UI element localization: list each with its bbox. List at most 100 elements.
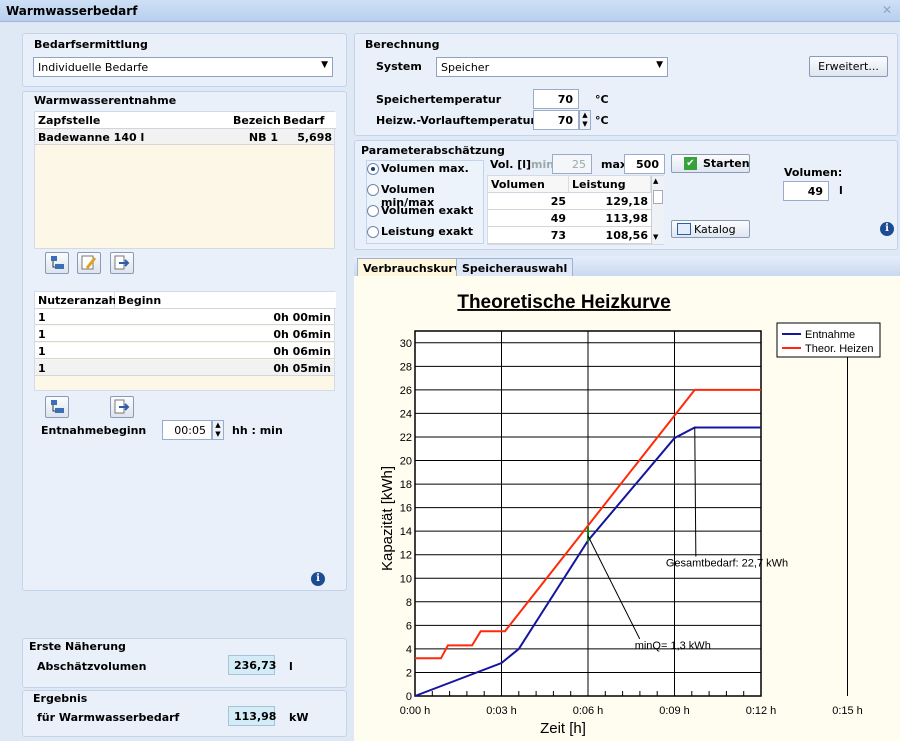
scroll-up-icon[interactable]: ▲ xyxy=(653,177,658,185)
speichertemperatur-input[interactable]: 70 xyxy=(533,89,579,109)
add-nutzer-button[interactable] xyxy=(45,396,69,418)
anzahl-cell: 1 xyxy=(38,362,46,375)
y-tick-label: 2 xyxy=(406,667,412,679)
tree-add-icon xyxy=(51,256,64,269)
berechnung-title: Berechnung xyxy=(365,38,440,51)
max-input[interactable]: 500 xyxy=(624,154,665,174)
col-leistung[interactable]: Leistung xyxy=(569,176,651,193)
abschaetzvolumen-label: Abschätzvolumen xyxy=(37,660,147,673)
radio-volumen-max[interactable]: Volumen max. xyxy=(367,162,487,177)
col-volumen[interactable]: Volumen xyxy=(488,176,569,193)
bedarfsermittlung-value: Individuelle Bedarfe xyxy=(38,61,149,74)
window-title: Warmwasserbedarf xyxy=(6,4,138,18)
table-row[interactable]: 1 0h 06min xyxy=(35,343,334,359)
y-tick-label: 0 xyxy=(406,691,412,703)
y-tick-label: 6 xyxy=(406,620,412,632)
x-tick-label: 0:00 h xyxy=(400,705,431,717)
entnahmebeginn-spinner[interactable]: ▲ ▼ xyxy=(212,420,224,440)
chevron-down-icon: ▼ xyxy=(321,60,328,70)
close-icon[interactable]: ✕ xyxy=(880,3,894,17)
table-row[interactable]: 1 0h 05min xyxy=(35,360,334,376)
starten-button[interactable]: ✔ Starten xyxy=(671,154,750,173)
system-value: Speicher xyxy=(441,61,490,74)
bedarfsermittlung-select[interactable]: Individuelle Bedarfe ▼ xyxy=(33,57,333,77)
y-tick-label: 8 xyxy=(406,597,412,609)
volumen-cell: 73 xyxy=(550,229,566,242)
col-nutzeranzahl[interactable]: Nutzeranzahl xyxy=(35,292,120,309)
radio-indicator xyxy=(367,163,379,175)
table-row[interactable]: 1 0h 00min xyxy=(35,309,334,325)
radio-label: Volumen max. xyxy=(381,162,469,175)
leistung-cell: 113,98 xyxy=(605,212,648,225)
heizkurve-chart: Theoretische Heizkurve 0:00 h 0:03 h 0:06 h… xyxy=(379,292,881,737)
zapfstelle-cell: Badewanne 140 l xyxy=(38,131,145,144)
speichertemperatur-unit: °C xyxy=(595,93,609,106)
col-bezeichnung[interactable]: Bezeichn. xyxy=(230,112,293,129)
vorlauftemperatur-label: Heizw.-Vorlauftemperatur xyxy=(376,114,536,127)
leistung-cell: 129,18 xyxy=(605,195,648,208)
y-tick-label: 30 xyxy=(400,338,412,350)
radio-label: Volumen exakt xyxy=(381,204,474,217)
y-tick-label: 10 xyxy=(400,573,412,585)
x-axis-label: Zeit [h] xyxy=(540,720,586,737)
col-zapfstelle[interactable]: Zapfstelle xyxy=(35,112,230,129)
x-tick-label: 0:12 h xyxy=(746,705,777,717)
vorlauftemperatur-input[interactable]: 70 xyxy=(533,110,579,130)
move-nutzer-button[interactable] xyxy=(110,396,134,418)
y-tick-label: 26 xyxy=(400,385,412,397)
scroll-thumb[interactable] xyxy=(653,190,663,204)
export-icon xyxy=(114,255,130,270)
parameter-title: Parameterabschätzung xyxy=(361,144,505,157)
min-input[interactable]: 25 xyxy=(552,154,592,174)
scroll-down-icon[interactable]: ▼ xyxy=(653,233,658,241)
ergebnis-label: für Warmwasserbedarf xyxy=(37,711,180,724)
bezeichnung-cell: NB 1 xyxy=(248,131,278,144)
table-row[interactable]: 49 113,98 xyxy=(488,210,651,227)
katalog-button[interactable]: Katalog xyxy=(671,220,750,238)
info-icon[interactable]: i xyxy=(880,222,894,236)
table-row[interactable]: 25 129,18 xyxy=(488,193,651,210)
entnahmebeginn-input[interactable]: 00:05 xyxy=(162,420,212,440)
system-select[interactable]: Speicher ▼ xyxy=(436,57,668,77)
erweitert-button[interactable]: Erweitert... xyxy=(809,56,888,77)
edit-zapfstelle-button[interactable] xyxy=(77,252,101,274)
book-icon xyxy=(677,223,691,235)
x-tick-label: 0:09 h xyxy=(659,705,690,717)
col-bedarf[interactable]: Bedarf xyxy=(280,112,336,129)
zapfstellen-table: Zapfstelle Bezeichn. Bedarf Badewanne 14… xyxy=(34,111,336,249)
tree-add-icon xyxy=(51,400,64,413)
y-tick-label: 24 xyxy=(400,408,412,420)
anzahl-cell: 1 xyxy=(38,311,46,324)
x-tick-label: 0:15 h xyxy=(832,705,863,717)
y-axis-label: Kapazität [kWh] xyxy=(379,466,396,571)
move-zapfstelle-button[interactable] xyxy=(110,252,134,274)
table-row[interactable]: Badewanne 140 l NB 1 5,698 xyxy=(35,129,334,145)
y-tick-label: 14 xyxy=(400,526,412,538)
chart-title: Theoretische Heizkurve xyxy=(457,292,670,313)
tab-speicherauswahl[interactable]: Speicherauswahl xyxy=(456,258,574,278)
y-tick-label: 20 xyxy=(400,456,412,468)
radio-volumen-exakt[interactable]: Volumen exakt xyxy=(367,204,487,219)
beginn-cell: 0h 06min xyxy=(273,328,331,341)
nutzer-table: Nutzeranzahl Beginn 1 0h 00min 1 0h 06mi… xyxy=(34,291,336,391)
info-icon[interactable]: i xyxy=(311,572,325,586)
radio-leistung-exakt[interactable]: Leistung exakt xyxy=(367,225,487,240)
katalog-label: Katalog xyxy=(694,223,736,236)
add-zapfstelle-button[interactable] xyxy=(45,252,69,274)
volumen-cell: 25 xyxy=(550,195,566,208)
anzahl-cell: 1 xyxy=(38,345,46,358)
table-scrollbar[interactable]: ▲ ▼ xyxy=(651,176,664,244)
check-icon: ✔ xyxy=(684,157,697,170)
col-beginn[interactable]: Beginn xyxy=(115,292,336,309)
ergebnis-value: 113,98 xyxy=(228,706,276,726)
y-tick-label: 16 xyxy=(400,503,412,515)
entnahmebeginn-unit: hh : min xyxy=(232,424,283,437)
table-row[interactable]: 73 108,56 xyxy=(488,227,651,244)
volumen-leistung-table: Volumen Leistung 25 129,18 49 113,98 73 … xyxy=(487,175,664,245)
radio-indicator xyxy=(367,205,379,217)
table-row[interactable]: 1 0h 06min xyxy=(35,326,334,342)
vorlauftemperatur-spinner[interactable]: ▲ ▼ xyxy=(579,110,591,130)
bedarfsermittlung-title: Bedarfsermittlung xyxy=(34,38,148,51)
radio-volumen-minmax[interactable]: Volumen min/max xyxy=(367,183,487,209)
leistung-cell: 108,56 xyxy=(605,229,648,242)
